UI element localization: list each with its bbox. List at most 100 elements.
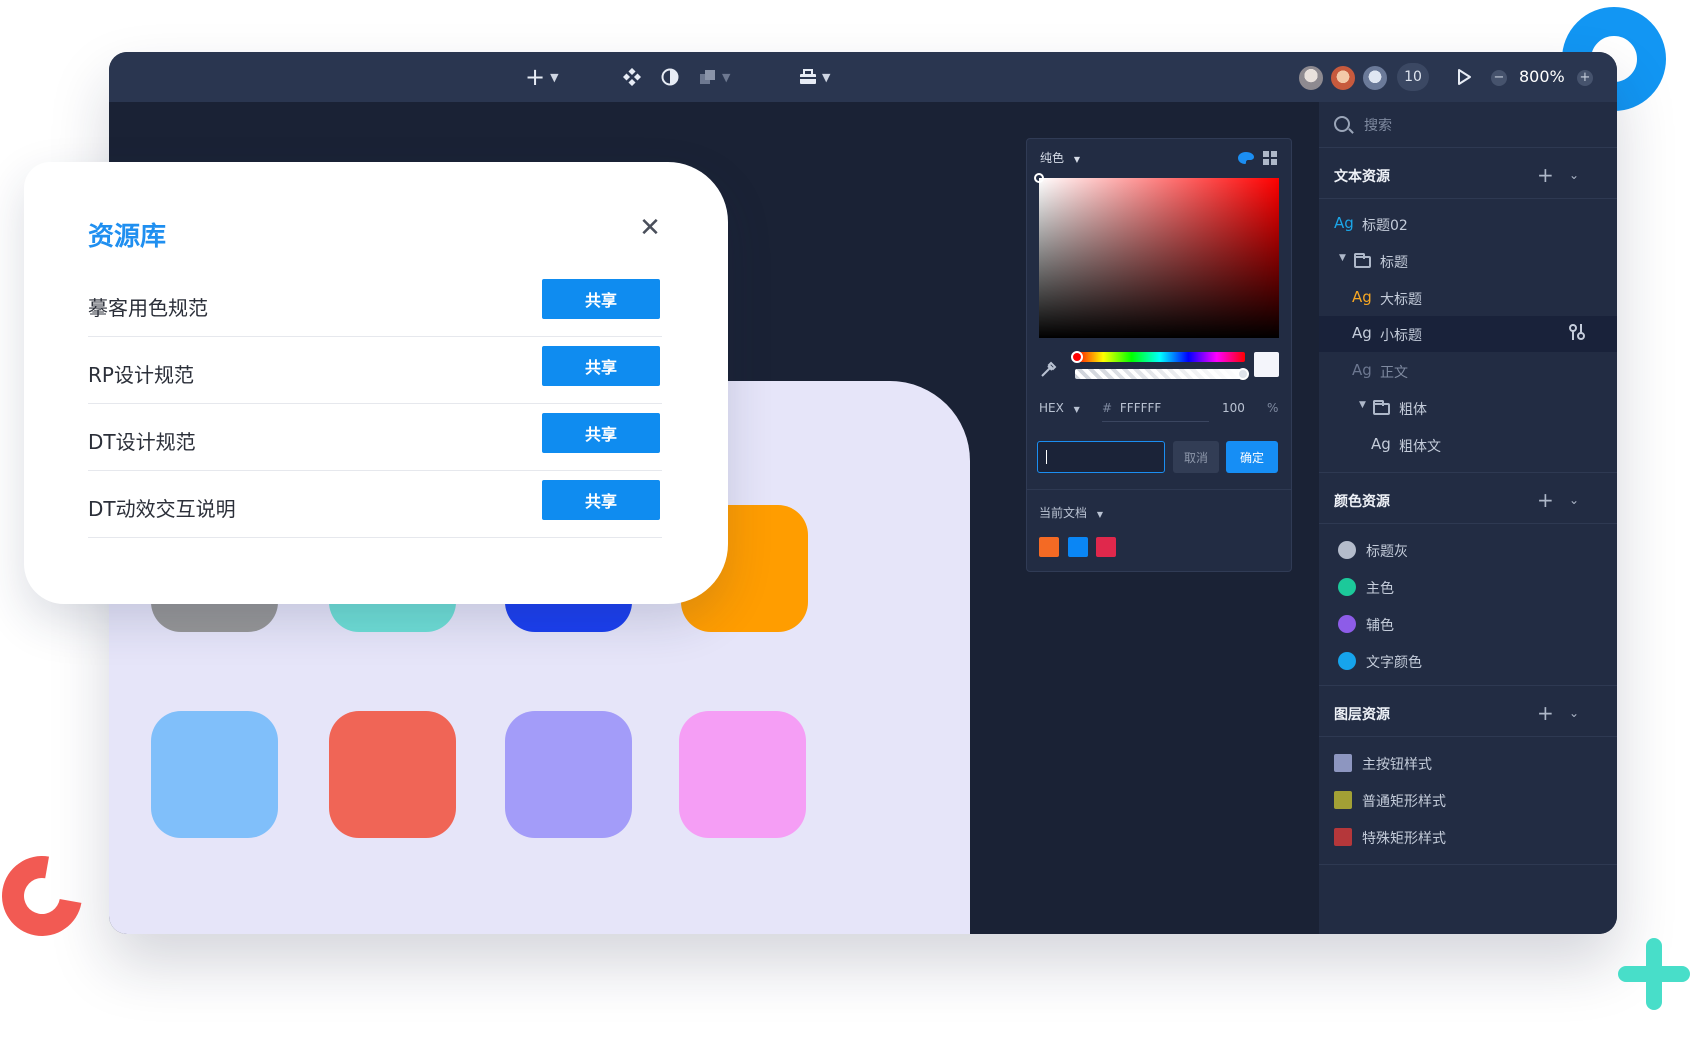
play-button[interactable] <box>1455 52 1473 102</box>
text-resource-item[interactable]: Ag 正文 <box>1319 353 1617 389</box>
chevron-down-icon: ▼ <box>1073 405 1080 414</box>
avatar[interactable] <box>1361 64 1389 92</box>
folder-label: 标题 <box>1380 255 1408 271</box>
contrast-icon <box>661 68 679 86</box>
divider <box>1319 685 1617 686</box>
document-colors-dropdown[interactable]: 当前文档 ▼ <box>1039 504 1103 521</box>
component-button[interactable] <box>623 52 641 102</box>
fill-type-label: 纯色 <box>1040 151 1065 165</box>
divider <box>1319 864 1617 865</box>
search-bar[interactable]: 搜索 <box>1319 102 1617 148</box>
chevron-down-icon: ▼ <box>722 70 731 84</box>
text-style-icon: Ag <box>1352 288 1372 306</box>
color-resource-item[interactable]: 辅色 <box>1319 606 1617 642</box>
chevron-down-icon: ▼ <box>1096 510 1103 519</box>
layer-resource-item[interactable]: 主按钮样式 <box>1319 745 1617 781</box>
decorative-plus-icon <box>1618 938 1690 1010</box>
arrange-button[interactable]: ▼ <box>699 52 730 102</box>
chevron-down-icon: ▼ <box>822 70 831 84</box>
text-resource-label: 大标题 <box>1380 292 1422 308</box>
chevron-down-icon[interactable]: ⌄ <box>1569 493 1579 507</box>
hex-prefix: # <box>1102 401 1113 415</box>
fill-type-dropdown[interactable]: 纯色 ▼ <box>1040 149 1080 166</box>
color-resource-label: 文字颜色 <box>1366 655 1422 671</box>
color-resources-title: 颜色资源 <box>1334 494 1390 510</box>
resource-library-dialog: 资源库 ✕ 摹客用色规范 共享 RP设计规范 共享 DT设计规范 共享 DT动效… <box>24 162 728 604</box>
palette-icon[interactable] <box>1237 151 1255 165</box>
settings-icon[interactable] <box>1569 323 1585 341</box>
text-resource-item[interactable]: Ag 粗体文 <box>1319 427 1617 463</box>
color-format-dropdown[interactable]: HEX ▼ <box>1039 401 1080 415</box>
eyedropper-icon[interactable] <box>1039 359 1059 379</box>
library-item-name: RP设计规范 <box>88 363 194 387</box>
text-style-icon: Ag <box>1334 214 1354 232</box>
color-dot <box>1338 541 1356 559</box>
opacity-slider[interactable] <box>1075 368 1249 380</box>
divider <box>1319 198 1617 199</box>
layer-resources-title: 图层资源 <box>1334 707 1390 723</box>
color-resource-item[interactable]: 标题灰 <box>1319 532 1617 568</box>
zoom-out-button[interactable]: − <box>1491 70 1507 86</box>
text-resource-item[interactable]: Ag 大标题 <box>1319 280 1617 316</box>
color-swatch[interactable] <box>1039 537 1059 557</box>
divider <box>1027 489 1291 490</box>
divider <box>1102 421 1209 422</box>
zoom-level[interactable]: 800% <box>1519 52 1565 102</box>
hue-slider[interactable] <box>1071 351 1245 363</box>
chevron-down-icon[interactable]: ⌄ <box>1569 168 1579 182</box>
hue-slider-handle[interactable] <box>1071 351 1083 363</box>
color-resource-item[interactable]: 主色 <box>1319 569 1617 605</box>
text-resource-folder[interactable]: ▼ 粗体 <box>1319 390 1617 426</box>
layer-resource-item[interactable]: 特殊矩形样式 <box>1319 819 1617 855</box>
share-button[interactable]: 共享 <box>542 346 660 386</box>
color-swatch[interactable] <box>1068 537 1088 557</box>
layer-resource-item[interactable]: 普通矩形样式 <box>1319 782 1617 818</box>
share-button[interactable]: 共享 <box>542 413 660 453</box>
opacity-slider-handle[interactable] <box>1237 368 1249 380</box>
text-style-icon: Ag <box>1371 435 1391 453</box>
color-text-input[interactable] <box>1037 441 1165 473</box>
layer-resource-label: 普通矩形样式 <box>1362 794 1446 810</box>
color-resource-item[interactable]: 文字颜色 <box>1319 643 1617 679</box>
share-button[interactable]: 共享 <box>542 279 660 319</box>
color-dot <box>1338 615 1356 633</box>
color-swatch[interactable] <box>1096 537 1116 557</box>
hex-value-field[interactable]: # FFFFFF <box>1102 401 1161 415</box>
cancel-button[interactable]: 取消 <box>1173 441 1219 473</box>
add-text-resource-button[interactable]: + <box>1537 165 1554 185</box>
add-menu-button[interactable]: + ▼ <box>525 52 559 102</box>
opacity-value-field[interactable]: 100 <box>1222 401 1245 415</box>
stack-icon <box>700 70 715 84</box>
color-tile[interactable] <box>329 711 456 838</box>
zoom-in-button[interactable]: + <box>1577 70 1593 86</box>
user-count-badge[interactable]: 10 <box>1397 63 1429 91</box>
saturation-value-area[interactable] <box>1034 173 1279 338</box>
color-tile[interactable] <box>505 711 632 838</box>
library-item-name: DT设计规范 <box>88 430 196 454</box>
color-format-label: HEX <box>1039 401 1064 415</box>
folder-icon <box>1354 253 1371 268</box>
search-input[interactable]: 搜索 <box>1364 115 1392 135</box>
chevron-down-icon[interactable]: ⌄ <box>1569 706 1579 720</box>
toolbox-button[interactable]: ▼ <box>799 52 830 102</box>
text-resource-item-selected[interactable]: Ag 小标题 <box>1319 316 1617 352</box>
confirm-button[interactable]: 确定 <box>1226 441 1278 473</box>
contrast-button[interactable] <box>661 52 679 102</box>
add-layer-resource-button[interactable]: + <box>1537 703 1554 723</box>
avatar[interactable] <box>1329 64 1357 92</box>
library-item: RP设计规范 共享 <box>88 337 662 404</box>
color-cursor[interactable] <box>1034 173 1044 183</box>
add-color-resource-button[interactable]: + <box>1537 490 1554 510</box>
close-button[interactable]: ✕ <box>636 214 664 242</box>
grid-icon[interactable] <box>1263 151 1277 165</box>
library-item: DT设计规范 共享 <box>88 404 662 471</box>
color-tile[interactable] <box>679 711 806 838</box>
color-resource-label: 标题灰 <box>1366 544 1408 560</box>
share-button[interactable]: 共享 <box>542 480 660 520</box>
plus-icon: + <box>525 63 546 91</box>
color-tile[interactable] <box>151 711 278 838</box>
text-resource-item[interactable]: Ag 标题02 <box>1319 206 1617 242</box>
avatar[interactable] <box>1297 64 1325 92</box>
text-resource-folder[interactable]: ▼ 标题 <box>1319 243 1617 279</box>
color-dot <box>1338 652 1356 670</box>
